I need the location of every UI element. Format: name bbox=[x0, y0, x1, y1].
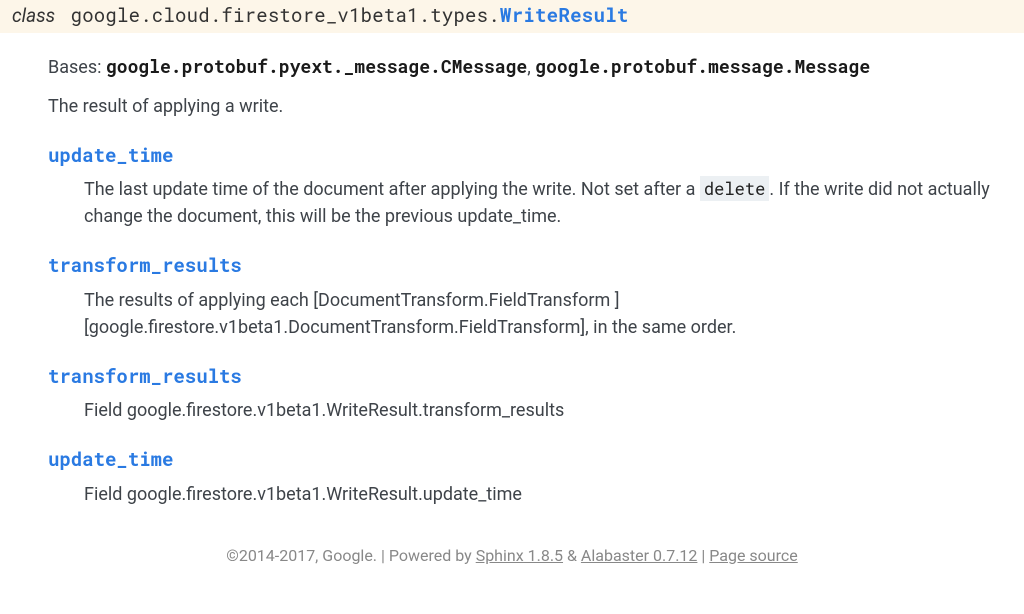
attribute-transform-results-0: transform_results The results of applyin… bbox=[48, 252, 1000, 341]
footer-alabaster-link[interactable]: Alabaster 0.7.12 bbox=[581, 546, 698, 565]
bases-1: google.protobuf.message.Message bbox=[535, 54, 870, 78]
footer-page-source-link[interactable]: Page source bbox=[709, 546, 797, 565]
attribute-description: Field google.firestore.v1beta1.WriteResu… bbox=[84, 397, 1000, 424]
attribute-name[interactable]: update_time bbox=[48, 143, 173, 168]
footer-powered-by: Powered by bbox=[389, 546, 472, 565]
attribute-name[interactable]: transform_results bbox=[48, 253, 242, 278]
bases-label: Bases: bbox=[48, 57, 102, 78]
class-module-path: google.cloud.firestore_v1beta1.types. bbox=[71, 3, 500, 28]
bases-0: google.protobuf.pyext._message.CMessage bbox=[106, 54, 527, 78]
class-name[interactable]: WriteResult bbox=[500, 3, 629, 28]
page-footer: ©2014-2017, Google. | Powered by Sphinx … bbox=[0, 544, 1024, 576]
attribute-transform-results-1: transform_results Field google.firestore… bbox=[48, 363, 1000, 425]
footer-sphinx-link[interactable]: Sphinx 1.8.5 bbox=[476, 546, 563, 565]
attribute-description: The results of applying each [DocumentTr… bbox=[84, 287, 1000, 341]
class-definition: class google.cloud.firestore_v1beta1.typ… bbox=[0, 0, 1024, 508]
literal-delete: delete bbox=[700, 176, 770, 201]
footer-copyright: ©2014-2017, Google. bbox=[226, 546, 377, 565]
attribute-update-time-1: update_time Field google.firestore.v1bet… bbox=[48, 446, 1000, 508]
footer-amp: & bbox=[567, 546, 577, 565]
attribute-update-time-0: update_time The last update time of the … bbox=[48, 142, 1000, 231]
class-body: Bases: google.protobuf.pyext._message.CM… bbox=[48, 33, 1000, 508]
desc-pre: The last update time of the document aft… bbox=[84, 179, 700, 200]
attribute-name[interactable]: transform_results bbox=[48, 364, 242, 389]
attribute-name[interactable]: update_time bbox=[48, 447, 173, 472]
class-description: The result of applying a write. bbox=[48, 93, 1000, 120]
bases-line: Bases: google.protobuf.pyext._message.CM… bbox=[48, 53, 1000, 81]
attribute-description: The last update time of the document aft… bbox=[84, 176, 1000, 230]
class-keyword: class bbox=[12, 4, 55, 27]
class-signature: class google.cloud.firestore_v1beta1.typ… bbox=[0, 0, 1024, 33]
attribute-description: Field google.firestore.v1beta1.WriteResu… bbox=[84, 481, 1000, 508]
